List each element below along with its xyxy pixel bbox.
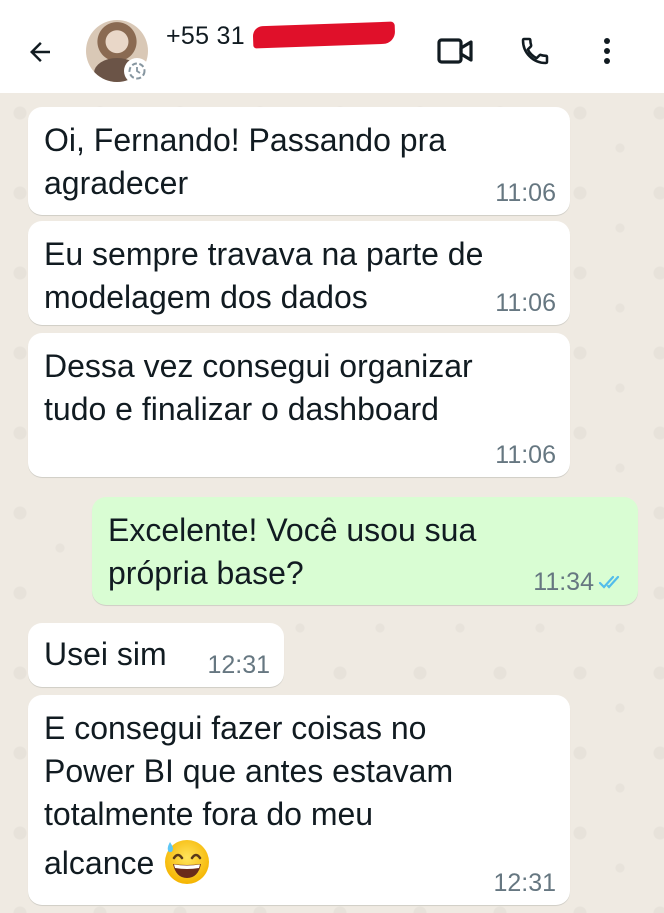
message-time: 11:06 xyxy=(495,289,556,317)
contact-name[interactable]: +55 31 xyxy=(166,21,396,51)
message-time: 12:31 xyxy=(493,869,556,897)
message-text: Eu sempre travava na parte de modelagem … xyxy=(44,236,484,315)
message-bubble-incoming[interactable]: Dessa vez consegui organizar tudo e fina… xyxy=(28,333,570,477)
message-text: Excelente! Você usou sua própria base? xyxy=(108,512,477,591)
redaction-mark xyxy=(252,21,396,49)
back-arrow-icon xyxy=(30,42,50,62)
message-text: Oi, Fernando! Passando pra agradecer xyxy=(44,122,447,201)
more-vert-icon xyxy=(604,38,610,64)
message-time: 11:06 xyxy=(495,179,556,207)
back-button[interactable] xyxy=(18,30,62,74)
status-ring-icon xyxy=(124,58,150,84)
message-time: 11:34 xyxy=(533,568,594,596)
message-time: 12:31 xyxy=(207,651,270,679)
message-bubble-incoming[interactable]: Oi, Fernando! Passando pra agradecer 11:… xyxy=(28,107,570,215)
more-options-button[interactable] xyxy=(584,28,630,74)
message-time: 11:06 xyxy=(495,441,556,469)
voice-call-button[interactable] xyxy=(512,28,558,74)
read-ticks-icon xyxy=(598,569,624,597)
message-bubble-outgoing[interactable]: Excelente! Você usou sua própria base? 1… xyxy=(92,497,638,605)
grinning-sweat-emoji-icon xyxy=(162,836,212,886)
message-bubble-incoming[interactable]: Eu sempre travava na parte de modelagem … xyxy=(28,221,570,325)
message-bubble-incoming[interactable]: E consegui fazer coisas no Power BI que … xyxy=(28,695,570,905)
video-call-icon xyxy=(437,38,473,64)
contact-avatar[interactable] xyxy=(86,20,150,84)
message-text: E consegui fazer coisas no Power BI que … xyxy=(44,707,453,886)
phone-icon xyxy=(521,37,549,65)
video-call-button[interactable] xyxy=(432,28,478,74)
contact-number: +55 31 xyxy=(166,22,245,50)
message-body: E consegui fazer coisas no Power BI que … xyxy=(44,710,454,881)
message-text: Usei sim xyxy=(44,636,167,672)
chat-header: +55 31 xyxy=(0,0,664,93)
message-bubble-incoming[interactable]: Usei sim 12:31 xyxy=(28,623,284,687)
message-list[interactable]: Oi, Fernando! Passando pra agradecer 11:… xyxy=(0,93,664,913)
message-text: Dessa vez consegui organizar tudo e fina… xyxy=(44,348,473,427)
message-time-status: 11:34 xyxy=(533,568,624,597)
